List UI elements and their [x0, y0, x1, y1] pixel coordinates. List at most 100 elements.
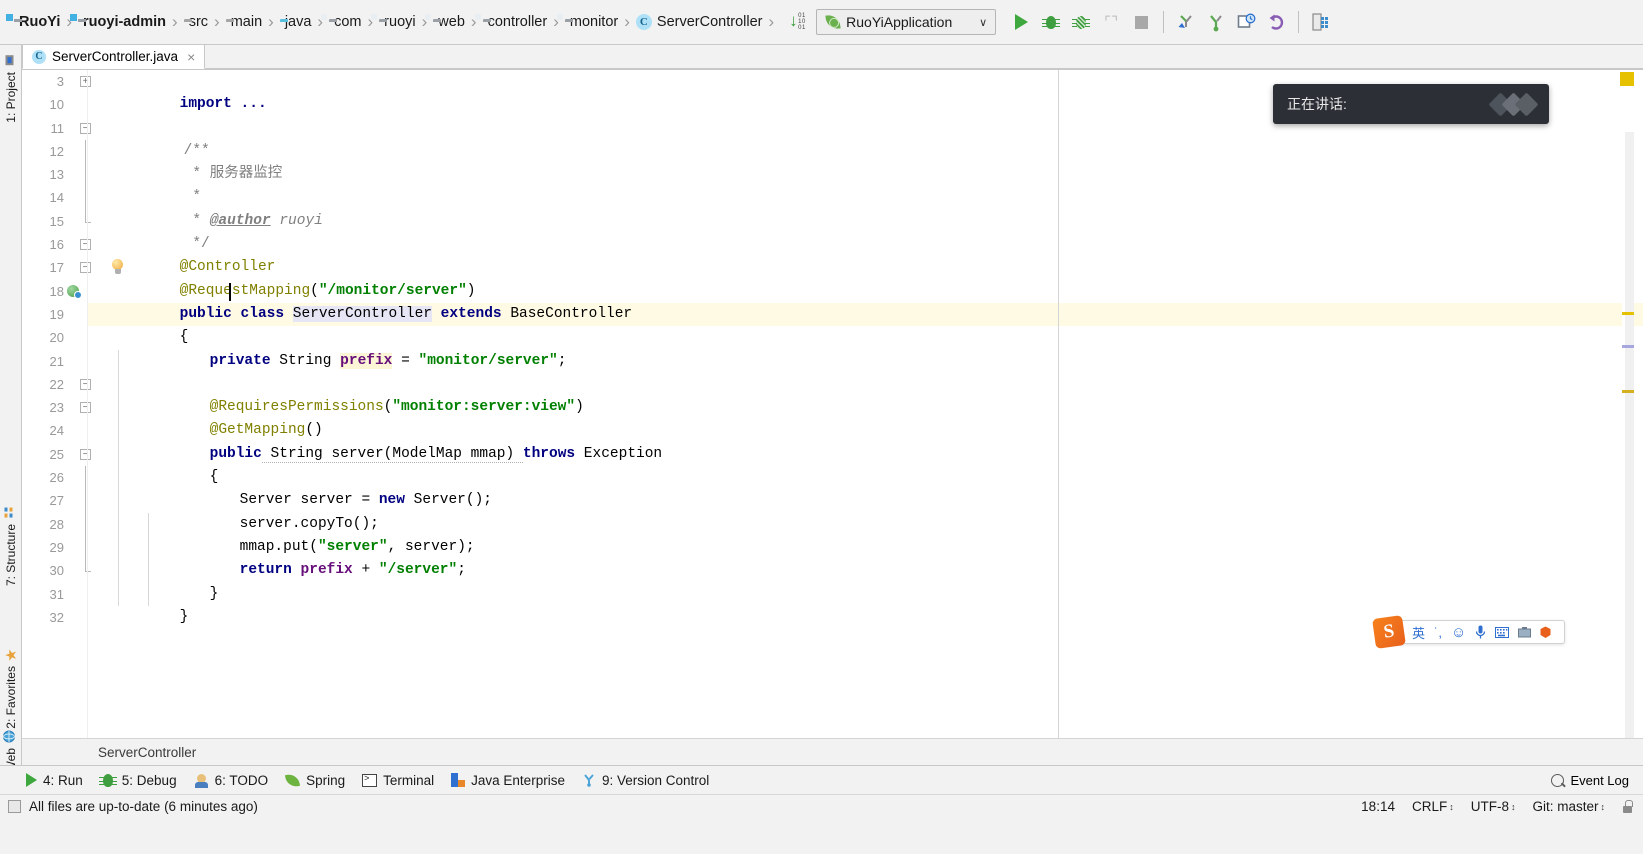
line-number: 10: [49, 97, 64, 113]
ime-language-toggle[interactable]: 英: [1412, 623, 1425, 642]
tool-window-debug[interactable]: 5: Debug: [98, 773, 177, 788]
code-operator: =: [392, 352, 419, 369]
run-marker-icon[interactable]: [67, 284, 82, 299]
breadcrumb-item-main[interactable]: main: [222, 0, 266, 45]
line-number: 22: [49, 376, 64, 392]
text-caret: [229, 282, 231, 301]
marker-caret[interactable]: [1622, 312, 1634, 315]
breadcrumb-item-servercontroller[interactable]: C ServerController: [632, 0, 767, 45]
tool-window-run[interactable]: 4: Run: [26, 773, 83, 788]
vcs-update-icon: [1178, 14, 1192, 28]
breadcrumb-item-controller[interactable]: controller: [474, 0, 552, 45]
tool-window-terminal[interactable]: Terminal: [362, 773, 434, 788]
line-number: 3: [56, 74, 64, 89]
database-icon: [1312, 13, 1329, 31]
database-button[interactable]: [1306, 6, 1336, 38]
vcs-history-icon: [1237, 13, 1256, 28]
encoding-label: UTF-8: [1470, 799, 1509, 814]
breadcrumb-item-monitor[interactable]: monitor: [556, 0, 622, 45]
sort-digit-bot: 01: [798, 25, 806, 31]
breadcrumb-label: monitor: [569, 14, 619, 30]
marker-usage[interactable]: [1622, 345, 1634, 348]
editor-marker-bar[interactable]: [1620, 70, 1634, 738]
line-number: 25: [49, 446, 64, 462]
spring-leaf-icon: [285, 772, 301, 788]
profile-button: ⌜⌝: [1096, 6, 1126, 38]
breadcrumb-item-src[interactable]: src: [180, 0, 212, 45]
line-number: 19: [49, 306, 64, 322]
run-triangle-icon: [26, 773, 37, 787]
line-number: 12: [49, 143, 64, 159]
status-line-separator[interactable]: CRLF ↕: [1412, 799, 1454, 814]
code-keyword: new: [378, 492, 405, 509]
tool-window-todo[interactable]: 6: TODO: [194, 773, 268, 788]
vcs-commit-icon: [1209, 14, 1222, 31]
line-number: 31: [49, 586, 64, 602]
breadcrumb-item-com[interactable]: com: [321, 0, 365, 45]
breadcrumb-item-ruoyi[interactable]: RuoYi: [10, 0, 64, 45]
ime-soft-keyboard-button[interactable]: [1495, 626, 1510, 638]
sogou-logo-icon[interactable]: S: [1372, 615, 1406, 649]
breadcrumb-label: main: [230, 14, 263, 30]
ime-emoji-button[interactable]: ☺: [1451, 624, 1466, 641]
vcs-history-button[interactable]: [1231, 6, 1261, 38]
ime-punctuation-toggle[interactable]: ˙,: [1434, 625, 1442, 640]
web-icon: [3, 730, 19, 743]
editor-gutter[interactable]: 3 + 10 11− 12 13 14 15 16− 17− 18 19 20 2…: [22, 70, 91, 738]
breadcrumb-item-web[interactable]: web: [425, 0, 469, 45]
code-keyword: extends: [431, 305, 511, 322]
run-button[interactable]: [1006, 6, 1036, 38]
editor-breadcrumb[interactable]: ServerController: [22, 738, 1643, 765]
speech-recognition-popup: 正在讲话:: [1273, 84, 1549, 124]
intention-bulb-icon[interactable]: [110, 259, 125, 275]
code-brace: }: [179, 608, 189, 625]
run-configuration-selector[interactable]: RuoYiApplication ∨: [816, 9, 997, 35]
stepper-icon: ↕: [1600, 801, 1606, 812]
run-with-coverage-button[interactable]: [1066, 6, 1096, 38]
tool-window-spring[interactable]: Spring: [285, 772, 345, 788]
line-number: 20: [49, 330, 64, 346]
breadcrumb-label: ServerController: [656, 14, 763, 30]
sidebar-item-label: 7: Structure: [4, 524, 18, 587]
java-class-icon: C: [32, 49, 46, 64]
breadcrumb-label: web: [438, 14, 465, 30]
run-triangle-icon: [1014, 14, 1028, 30]
line-number: 18: [49, 283, 64, 299]
breadcrumb-item-ruoyi-admin[interactable]: ruoyi-admin: [74, 0, 170, 45]
sort-alphabetically-icon[interactable]: ↓ 01 10 01: [788, 11, 808, 33]
tool-window-java-enterprise[interactable]: Java Enterprise: [451, 773, 565, 788]
sidebar-item-favorites[interactable]: 2: Favorites ★: [0, 649, 22, 729]
line-number: 24: [49, 423, 64, 439]
code-type: String: [270, 352, 341, 369]
code-keyword-throws: throws: [522, 445, 576, 462]
marker-warning[interactable]: [1622, 390, 1634, 393]
tool-window-version-control[interactable]: 9: Version Control: [582, 773, 709, 788]
inspection-status-marker[interactable]: [1620, 72, 1634, 86]
breadcrumb-separator: ›: [624, 12, 630, 31]
close-icon[interactable]: ×: [187, 49, 195, 65]
commit-button[interactable]: [1201, 6, 1231, 38]
version-control-icon: [582, 773, 596, 787]
editor-tab-servercontroller[interactable]: C ServerController.java ×: [22, 44, 206, 69]
status-time: 18:14: [1361, 799, 1395, 814]
sidebar-item-project[interactable]: 1: Project: [0, 53, 22, 123]
status-git-branch[interactable]: Git: master ↕: [1532, 799, 1605, 814]
update-project-button[interactable]: [1171, 6, 1201, 38]
sogou-ime-toolbar[interactable]: S 英 ˙, ☺: [1372, 615, 1565, 649]
sidebar-item-structure[interactable]: 7: Structure: [0, 505, 22, 586]
status-encoding[interactable]: UTF-8 ↕: [1471, 799, 1516, 814]
ime-toolbox-button[interactable]: [1518, 626, 1532, 638]
ime-voice-input-button[interactable]: [1475, 625, 1486, 639]
breadcrumb-item-ruoyi-pkg[interactable]: ruoyi: [371, 0, 419, 45]
event-log-button[interactable]: Event Log: [1551, 773, 1629, 788]
editor-scrollbar[interactable]: [1625, 132, 1634, 738]
status-bar: All files are up-to-date (6 minutes ago)…: [0, 794, 1643, 854]
stepper-icon: ↕: [1510, 801, 1516, 812]
debug-button[interactable]: [1036, 6, 1066, 38]
rollback-button[interactable]: [1261, 6, 1291, 38]
breadcrumb-item-java[interactable]: java: [276, 0, 316, 45]
lock-icon[interactable]: [1622, 800, 1633, 813]
code-operator: +: [352, 562, 379, 579]
ime-menu-button[interactable]: [1540, 626, 1551, 639]
breadcrumb-label: java: [284, 14, 312, 30]
